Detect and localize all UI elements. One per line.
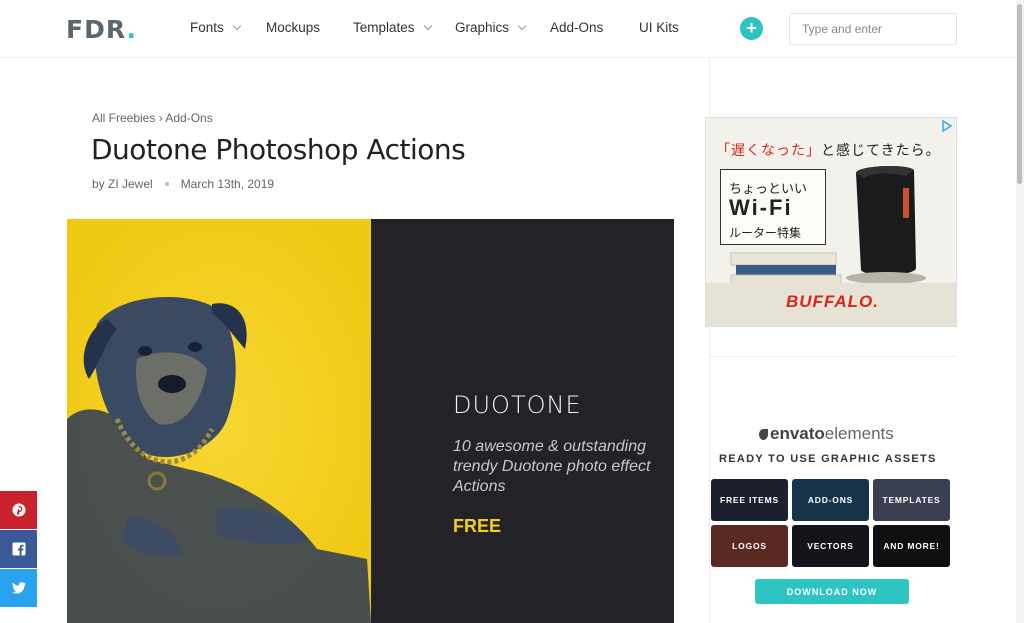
- hero-title: DUOTONE: [453, 391, 582, 419]
- buffalo-logo: BUFFALO.: [786, 292, 879, 311]
- nav-add-ons-label: Add-Ons: [550, 20, 604, 35]
- nav-graphics-label: Graphics: [455, 20, 510, 35]
- breadcrumb[interactable]: All Freebies › Add-Ons: [92, 111, 213, 125]
- hero-price-tag: FREE: [453, 516, 502, 536]
- nav-mockups-label: Mockups: [266, 20, 321, 35]
- share-pinterest-button[interactable]: [0, 491, 37, 529]
- tile-and-more[interactable]: AND MORE!: [873, 525, 950, 567]
- sidebar-separator: [710, 356, 957, 357]
- duotone-dog-illustration: [67, 219, 371, 623]
- nav-mockups[interactable]: Mockups: [266, 20, 320, 35]
- pinterest-icon: [12, 503, 25, 517]
- hero-image[interactable]: DUOTONE 10 awesome & outstanding trendy …: [67, 219, 674, 623]
- post-date: March 13th, 2019: [180, 177, 275, 191]
- nav-ui-kits[interactable]: UI Kits: [639, 20, 679, 35]
- tile-templates[interactable]: TEMPLATES: [873, 479, 950, 521]
- tile-free-items[interactable]: FREE ITEMS: [711, 479, 788, 521]
- hero-text-panel: DUOTONE 10 awesome & outstanding trendy …: [371, 219, 674, 623]
- nav-fonts[interactable]: Fonts: [190, 20, 242, 35]
- site-logo[interactable]: FDR.: [66, 15, 137, 44]
- buffalo-ad[interactable]: 「遅くなった」と感じてきたら。 ちょっといい Wi-Fi ルーター特集 BUFF…: [705, 117, 957, 327]
- nav-fonts-label: Fonts: [190, 20, 224, 35]
- chevron-down-icon: [232, 21, 242, 31]
- site-header: FDR. Fonts Mockups Templates Graphics Ad…: [0, 0, 1016, 58]
- add-button[interactable]: +: [740, 17, 763, 40]
- tile-vectors[interactable]: VECTORS: [792, 525, 869, 567]
- dog-photo: [67, 219, 371, 623]
- share-facebook-button[interactable]: [0, 530, 37, 568]
- chevron-down-icon: [423, 21, 432, 31]
- post-author[interactable]: by ZI Jewel: [92, 177, 153, 191]
- envato-tagline: READY TO USE GRAPHIC ASSETS: [719, 453, 937, 465]
- meta-separator: [164, 182, 169, 186]
- nav-graphics[interactable]: Graphics: [455, 20, 527, 35]
- hero-description: 10 awesome & outstanding trendy Duotone …: [453, 438, 651, 495]
- nav-add-ons[interactable]: Add-Ons: [550, 20, 603, 35]
- download-now-button[interactable]: DOWNLOAD NOW: [755, 579, 909, 604]
- scrollbar-thumb[interactable]: [1017, 4, 1022, 184]
- post-meta: by ZI Jewel March 13th, 2019: [92, 177, 274, 191]
- share-twitter-button[interactable]: [0, 569, 37, 607]
- tile-logos[interactable]: LOGOS: [711, 525, 788, 567]
- envato-logo[interactable]: envatoelements: [759, 424, 894, 444]
- nav-templates[interactable]: Templates: [353, 20, 432, 35]
- envato-leaf-icon: [759, 429, 768, 440]
- nav-ui-kits-label: UI Kits: [639, 20, 679, 35]
- twitter-icon: [11, 582, 26, 594]
- tile-add-ons[interactable]: ADD-ONS: [792, 479, 869, 521]
- plus-icon: +: [746, 18, 757, 38]
- chevron-down-icon: [517, 21, 527, 31]
- search-input[interactable]: [789, 13, 957, 45]
- facebook-icon: [12, 542, 25, 556]
- nav-templates-label: Templates: [353, 20, 415, 35]
- page-title: Duotone Photoshop Actions: [91, 133, 466, 166]
